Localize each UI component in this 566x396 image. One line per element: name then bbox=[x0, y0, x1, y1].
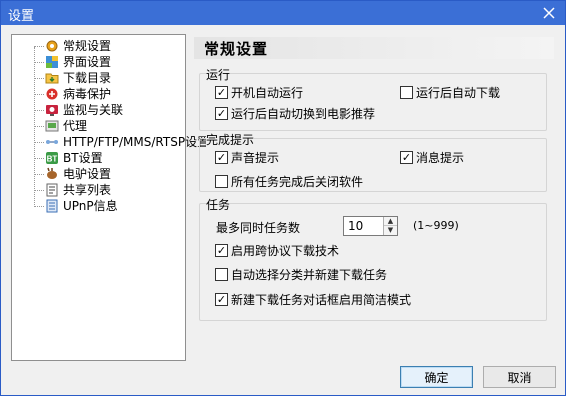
tree-item-bt[interactable]: BT BT设置 bbox=[26, 150, 103, 166]
tree-label-proxy: 代理 bbox=[63, 119, 88, 133]
folder-icon bbox=[45, 71, 59, 85]
tree-branch bbox=[34, 61, 44, 63]
checkbox-sound-label: 声音提示 bbox=[231, 151, 280, 165]
checkbox-shutdown-label: 所有任务完成后关闭软件 bbox=[231, 175, 364, 189]
tree-label-download-dir: 下载目录 bbox=[63, 71, 112, 85]
ok-button-label: 确定 bbox=[424, 370, 449, 385]
tree-label-upnp: UPnP信息 bbox=[63, 199, 118, 213]
tree-item-http[interactable]: HTTP/FTP/MMS/RTSP设置 bbox=[26, 134, 209, 150]
tree-item-proxy[interactable]: 代理 bbox=[26, 118, 87, 134]
tree-branch bbox=[34, 93, 44, 95]
tree-branch bbox=[34, 205, 44, 207]
tree-branch bbox=[34, 45, 44, 47]
tree-branch bbox=[34, 77, 44, 79]
monitor-icon bbox=[45, 103, 59, 117]
tree-label-general: 常规设置 bbox=[63, 39, 112, 53]
tree-branch bbox=[34, 141, 44, 143]
group-run-label: 运行 bbox=[206, 66, 231, 83]
tree-item-download-dir[interactable]: 下载目录 bbox=[26, 70, 111, 86]
close-icon bbox=[543, 7, 555, 19]
checkbox-autodownload-label: 运行后自动下载 bbox=[416, 86, 501, 100]
panel-header: 常规设置 bbox=[194, 37, 554, 59]
virus-shield-icon bbox=[45, 87, 59, 101]
checkbox-box[interactable]: ✓ bbox=[215, 293, 228, 306]
checkbox-box[interactable]: ✓ bbox=[215, 107, 228, 120]
tree-item-monitor[interactable]: 监视与关联 bbox=[26, 102, 123, 118]
tree-label-bt: BT设置 bbox=[63, 151, 103, 165]
checkbox-message-label: 消息提示 bbox=[416, 151, 465, 165]
checkbox-box[interactable]: ✓ bbox=[215, 151, 228, 164]
tree-label-share: 共享列表 bbox=[63, 183, 112, 197]
tree-item-general[interactable]: 常规设置 bbox=[26, 38, 111, 54]
checkbox-simple-mode-label: 新建下载任务对话框启用简洁模式 bbox=[231, 293, 412, 307]
ok-button[interactable]: 确定 bbox=[400, 366, 473, 388]
checkbox-sound[interactable]: ✓ 声音提示 bbox=[215, 149, 279, 166]
tree-item-share[interactable]: 共享列表 bbox=[26, 182, 111, 198]
max-tasks-value[interactable]: 10 bbox=[348, 219, 363, 233]
checkbox-box[interactable] bbox=[215, 175, 228, 188]
checkbox-simple-mode[interactable]: ✓ 新建下载任务对话框启用简洁模式 bbox=[215, 291, 411, 308]
tree-item-upnp[interactable]: UPnP信息 bbox=[26, 198, 118, 214]
spinner-buttons: ▲ ▼ bbox=[383, 217, 397, 235]
checkbox-auto-category-label: 自动选择分类并新建下载任务 bbox=[231, 268, 388, 282]
max-tasks-spinner[interactable]: 10 ▲ ▼ bbox=[343, 216, 398, 236]
checkbox-message[interactable]: ✓ 消息提示 bbox=[400, 149, 464, 166]
checkbox-box[interactable]: ✓ bbox=[215, 244, 228, 257]
tree-label-emule: 电驴设置 bbox=[63, 167, 112, 181]
checkbox-autodownload[interactable]: 运行后自动下载 bbox=[400, 84, 500, 101]
tree-branch bbox=[34, 109, 44, 111]
svg-text:BT: BT bbox=[47, 155, 58, 164]
upnp-icon bbox=[45, 199, 59, 213]
title-bar[interactable]: 设置 bbox=[1, 1, 565, 25]
checkbox-autostart[interactable]: ✓ 开机自动运行 bbox=[215, 84, 303, 101]
tree-branch bbox=[34, 125, 44, 127]
bt-icon: BT bbox=[45, 151, 59, 165]
checkbox-switch-movie-label: 运行后自动切换到电影推荐 bbox=[231, 107, 376, 121]
max-tasks-range: (1~999) bbox=[413, 219, 459, 232]
network-icon bbox=[45, 135, 59, 149]
close-button[interactable] bbox=[539, 3, 559, 23]
tree-label-http: HTTP/FTP/MMS/RTSP设置 bbox=[63, 135, 210, 149]
tree-label-virus: 病毒保护 bbox=[63, 87, 112, 101]
checkbox-cross-protocol-label: 启用跨协议下载技术 bbox=[231, 244, 340, 258]
checkbox-auto-category[interactable]: 自动选择分类并新建下载任务 bbox=[215, 266, 387, 283]
gear-icon bbox=[45, 39, 59, 53]
cancel-button-label: 取消 bbox=[507, 370, 532, 385]
spinner-down-button[interactable]: ▼ bbox=[384, 226, 397, 235]
settings-dialog: 设置 常规设置 界面设置 下载目录 病毒保护 监视与关联 代理 HTTP/FTP… bbox=[0, 0, 566, 396]
group-tasks-label: 任务 bbox=[206, 196, 231, 213]
group-complete-label: 完成提示 bbox=[206, 131, 255, 148]
spinner-up-button[interactable]: ▲ bbox=[384, 217, 397, 226]
panel-title: 常规设置 bbox=[204, 40, 269, 58]
tree-branch bbox=[34, 173, 44, 175]
proxy-icon bbox=[45, 119, 59, 133]
donkey-icon bbox=[45, 167, 59, 181]
settings-panel: 常规设置 运行 ✓ 开机自动运行 运行后自动下载 ✓ 运行后自动切换到电影推荐 … bbox=[194, 34, 554, 361]
checkbox-box[interactable]: ✓ bbox=[215, 86, 228, 99]
max-tasks-label: 最多同时任务数 bbox=[216, 221, 301, 235]
checkbox-autostart-label: 开机自动运行 bbox=[231, 86, 304, 100]
checkbox-cross-protocol[interactable]: ✓ 启用跨协议下载技术 bbox=[215, 242, 339, 259]
checkbox-box[interactable] bbox=[400, 86, 413, 99]
share-list-icon bbox=[45, 183, 59, 197]
checkbox-box[interactable] bbox=[215, 268, 228, 281]
group-run bbox=[199, 73, 547, 131]
settings-tree: 常规设置 界面设置 下载目录 病毒保护 监视与关联 代理 HTTP/FTP/MM… bbox=[11, 34, 209, 361]
palette-icon bbox=[45, 55, 59, 69]
tree-item-ui[interactable]: 界面设置 bbox=[26, 54, 111, 70]
tree-label-monitor: 监视与关联 bbox=[63, 103, 124, 117]
window-title: 设置 bbox=[8, 9, 35, 24]
checkbox-box[interactable]: ✓ bbox=[400, 151, 413, 164]
checkbox-switch-movie[interactable]: ✓ 运行后自动切换到电影推荐 bbox=[215, 105, 375, 122]
tree-item-emule[interactable]: 电驴设置 bbox=[26, 166, 111, 182]
tree-branch bbox=[34, 157, 44, 159]
tree-branch bbox=[34, 189, 44, 191]
tree-item-virus[interactable]: 病毒保护 bbox=[26, 86, 111, 102]
tree-label-ui: 界面设置 bbox=[63, 55, 112, 69]
checkbox-shutdown[interactable]: 所有任务完成后关闭软件 bbox=[215, 173, 363, 190]
cancel-button[interactable]: 取消 bbox=[483, 366, 556, 388]
